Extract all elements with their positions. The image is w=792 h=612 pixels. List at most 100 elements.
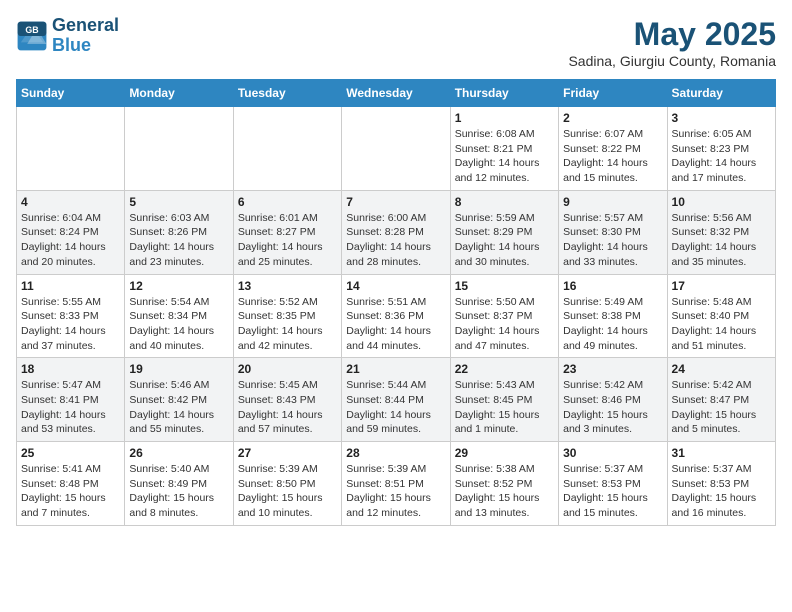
calendar-cell: 29 Sunrise: 5:38 AM Sunset: 8:52 PM Dayli… <box>450 442 558 526</box>
calendar-cell: 12 Sunrise: 5:54 AM Sunset: 8:34 PM Dayli… <box>125 274 233 358</box>
calendar-cell <box>17 107 125 191</box>
calendar-cell: 9Sunrise: 5:57 AM Sunset: 8:30 PM Daylig… <box>559 190 667 274</box>
calendar-cell: 14 Sunrise: 5:51 AM Sunset: 8:36 PM Dayli… <box>342 274 450 358</box>
calendar-body: 1 Sunrise: 6:08 AM Sunset: 8:21 PM Daylig… <box>17 107 776 526</box>
logo-icon: GB <box>16 20 48 52</box>
day-number: 2 <box>563 111 662 125</box>
calendar-cell <box>233 107 341 191</box>
week-row-5: 25 Sunrise: 5:41 AM Sunset: 8:48 PM Dayli… <box>17 442 776 526</box>
day-number: 31 <box>672 446 771 460</box>
weekday-header-monday: Monday <box>125 80 233 107</box>
day-info: Sunrise: 6:05 AM Sunset: 8:23 PM Dayligh… <box>672 127 771 186</box>
calendar-cell: 5 Sunrise: 6:03 AM Sunset: 8:26 PM Daylig… <box>125 190 233 274</box>
day-number: 5 <box>129 195 228 209</box>
weekday-header-thursday: Thursday <box>450 80 558 107</box>
day-number: 14 <box>346 279 445 293</box>
day-info: Sunrise: 6:00 AM Sunset: 8:28 PM Dayligh… <box>346 211 445 270</box>
day-info: Sunrise: 6:03 AM Sunset: 8:26 PM Dayligh… <box>129 211 228 270</box>
day-info: Sunrise: 5:39 AM Sunset: 8:51 PM Dayligh… <box>346 462 445 521</box>
calendar-header: SundayMondayTuesdayWednesdayThursdayFrid… <box>17 80 776 107</box>
day-info: Sunrise: 5:37 AM Sunset: 8:53 PM Dayligh… <box>672 462 771 521</box>
calendar-cell: 15Sunrise: 5:50 AM Sunset: 8:37 PM Dayli… <box>450 274 558 358</box>
day-info: Sunrise: 5:39 AM Sunset: 8:50 PM Dayligh… <box>238 462 337 521</box>
week-row-3: 11Sunrise: 5:55 AM Sunset: 8:33 PM Dayli… <box>17 274 776 358</box>
title-block: May 2025 Sadina, Giurgiu County, Romania <box>568 16 776 69</box>
day-info: Sunrise: 5:52 AM Sunset: 8:35 PM Dayligh… <box>238 295 337 354</box>
week-row-2: 4Sunrise: 6:04 AM Sunset: 8:24 PM Daylig… <box>17 190 776 274</box>
day-number: 3 <box>672 111 771 125</box>
calendar-cell: 1 Sunrise: 6:08 AM Sunset: 8:21 PM Daylig… <box>450 107 558 191</box>
weekday-header-row: SundayMondayTuesdayWednesdayThursdayFrid… <box>17 80 776 107</box>
day-info: Sunrise: 5:38 AM Sunset: 8:52 PM Dayligh… <box>455 462 554 521</box>
day-number: 11 <box>21 279 120 293</box>
day-number: 7 <box>346 195 445 209</box>
day-info: Sunrise: 5:41 AM Sunset: 8:48 PM Dayligh… <box>21 462 120 521</box>
day-number: 17 <box>672 279 771 293</box>
calendar-cell: 10Sunrise: 5:56 AM Sunset: 8:32 PM Dayli… <box>667 190 775 274</box>
logo-text: General Blue <box>52 16 119 56</box>
day-number: 25 <box>21 446 120 460</box>
calendar-cell: 8 Sunrise: 5:59 AM Sunset: 8:29 PM Daylig… <box>450 190 558 274</box>
day-number: 6 <box>238 195 337 209</box>
calendar-table: SundayMondayTuesdayWednesdayThursdayFrid… <box>16 79 776 526</box>
day-number: 8 <box>455 195 554 209</box>
day-info: Sunrise: 5:47 AM Sunset: 8:41 PM Dayligh… <box>21 378 120 437</box>
day-info: Sunrise: 6:08 AM Sunset: 8:21 PM Dayligh… <box>455 127 554 186</box>
day-info: Sunrise: 6:01 AM Sunset: 8:27 PM Dayligh… <box>238 211 337 270</box>
calendar-cell: 17 Sunrise: 5:48 AM Sunset: 8:40 PM Dayli… <box>667 274 775 358</box>
page-header: GB General Blue May 2025 Sadina, Giurgiu… <box>16 16 776 69</box>
calendar-cell: 30Sunrise: 5:37 AM Sunset: 8:53 PM Dayli… <box>559 442 667 526</box>
weekday-header-tuesday: Tuesday <box>233 80 341 107</box>
day-number: 28 <box>346 446 445 460</box>
weekday-header-saturday: Saturday <box>667 80 775 107</box>
calendar-cell: 19 Sunrise: 5:46 AM Sunset: 8:42 PM Dayli… <box>125 358 233 442</box>
week-row-4: 18 Sunrise: 5:47 AM Sunset: 8:41 PM Dayli… <box>17 358 776 442</box>
day-number: 21 <box>346 362 445 376</box>
day-info: Sunrise: 5:46 AM Sunset: 8:42 PM Dayligh… <box>129 378 228 437</box>
calendar-cell: 13 Sunrise: 5:52 AM Sunset: 8:35 PM Dayli… <box>233 274 341 358</box>
calendar-cell: 22Sunrise: 5:43 AM Sunset: 8:45 PM Dayli… <box>450 358 558 442</box>
day-number: 12 <box>129 279 228 293</box>
day-info: Sunrise: 5:44 AM Sunset: 8:44 PM Dayligh… <box>346 378 445 437</box>
calendar-cell: 2 Sunrise: 6:07 AM Sunset: 8:22 PM Daylig… <box>559 107 667 191</box>
svg-text:GB: GB <box>25 25 38 35</box>
day-info: Sunrise: 5:48 AM Sunset: 8:40 PM Dayligh… <box>672 295 771 354</box>
day-number: 26 <box>129 446 228 460</box>
calendar-cell: 21 Sunrise: 5:44 AM Sunset: 8:44 PM Dayli… <box>342 358 450 442</box>
day-info: Sunrise: 5:54 AM Sunset: 8:34 PM Dayligh… <box>129 295 228 354</box>
day-number: 19 <box>129 362 228 376</box>
calendar-cell: 20 Sunrise: 5:45 AM Sunset: 8:43 PM Dayli… <box>233 358 341 442</box>
calendar-cell <box>125 107 233 191</box>
weekday-header-friday: Friday <box>559 80 667 107</box>
day-info: Sunrise: 5:42 AM Sunset: 8:47 PM Dayligh… <box>672 378 771 437</box>
day-number: 10 <box>672 195 771 209</box>
day-number: 1 <box>455 111 554 125</box>
day-number: 29 <box>455 446 554 460</box>
weekday-header-wednesday: Wednesday <box>342 80 450 107</box>
week-row-1: 1 Sunrise: 6:08 AM Sunset: 8:21 PM Daylig… <box>17 107 776 191</box>
day-info: Sunrise: 5:57 AM Sunset: 8:30 PM Dayligh… <box>563 211 662 270</box>
day-info: Sunrise: 5:42 AM Sunset: 8:46 PM Dayligh… <box>563 378 662 437</box>
day-info: Sunrise: 5:43 AM Sunset: 8:45 PM Dayligh… <box>455 378 554 437</box>
day-info: Sunrise: 5:51 AM Sunset: 8:36 PM Dayligh… <box>346 295 445 354</box>
day-info: Sunrise: 6:07 AM Sunset: 8:22 PM Dayligh… <box>563 127 662 186</box>
day-info: Sunrise: 5:45 AM Sunset: 8:43 PM Dayligh… <box>238 378 337 437</box>
day-number: 20 <box>238 362 337 376</box>
calendar-cell: 26Sunrise: 5:40 AM Sunset: 8:49 PM Dayli… <box>125 442 233 526</box>
day-number: 30 <box>563 446 662 460</box>
calendar-cell: 31 Sunrise: 5:37 AM Sunset: 8:53 PM Dayli… <box>667 442 775 526</box>
day-number: 4 <box>21 195 120 209</box>
day-number: 13 <box>238 279 337 293</box>
day-info: Sunrise: 5:59 AM Sunset: 8:29 PM Dayligh… <box>455 211 554 270</box>
calendar-cell: 11Sunrise: 5:55 AM Sunset: 8:33 PM Dayli… <box>17 274 125 358</box>
month-title: May 2025 <box>568 16 776 53</box>
calendar-cell: 23Sunrise: 5:42 AM Sunset: 8:46 PM Dayli… <box>559 358 667 442</box>
calendar-cell: 24Sunrise: 5:42 AM Sunset: 8:47 PM Dayli… <box>667 358 775 442</box>
calendar-cell: 6 Sunrise: 6:01 AM Sunset: 8:27 PM Daylig… <box>233 190 341 274</box>
calendar-cell: 18 Sunrise: 5:47 AM Sunset: 8:41 PM Dayli… <box>17 358 125 442</box>
weekday-header-sunday: Sunday <box>17 80 125 107</box>
day-number: 16 <box>563 279 662 293</box>
day-info: Sunrise: 5:49 AM Sunset: 8:38 PM Dayligh… <box>563 295 662 354</box>
calendar-cell <box>342 107 450 191</box>
day-number: 18 <box>21 362 120 376</box>
